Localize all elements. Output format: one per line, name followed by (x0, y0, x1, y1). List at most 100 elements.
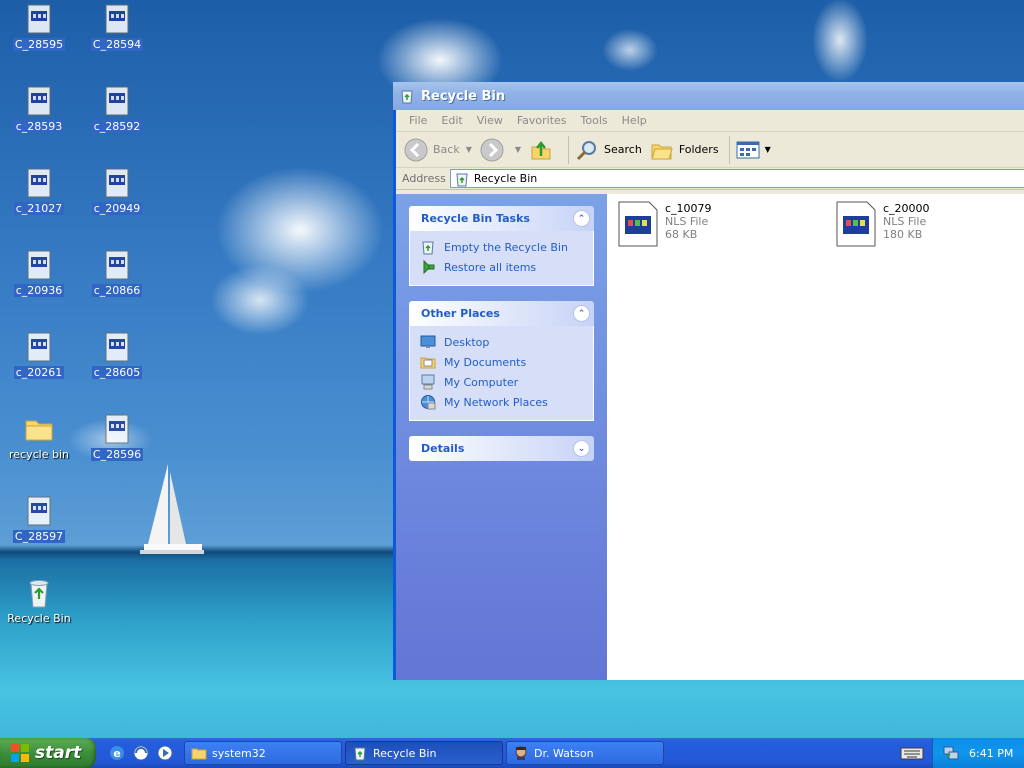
desktop-icon-label: c_20949 (91, 202, 143, 215)
keyboard-icon[interactable] (900, 745, 924, 761)
desktop-icon-c-28597[interactable]: C_28597 (1, 495, 77, 543)
desktop-icon-label: c_28605 (91, 366, 143, 379)
file-name: c_10079 (665, 202, 712, 215)
desktop-icon-c-28594[interactable]: C_28594 (79, 3, 155, 51)
recycle-bin-icon (29, 580, 49, 608)
restore-all-items-link[interactable]: Restore all items (420, 257, 593, 277)
file-size: 180 KB (883, 228, 923, 241)
menu-favorites[interactable]: Favorites (510, 114, 574, 127)
network-status-icon[interactable] (943, 745, 959, 761)
folders-icon (651, 144, 673, 159)
forward-button[interactable]: ▼ (480, 138, 521, 162)
desktop-icon-recycle-bin[interactable]: Recycle Bin (1, 577, 77, 625)
nls-file-icon (105, 168, 129, 198)
expand-icon[interactable]: ⌄ (573, 440, 590, 457)
recycle-bin-icon (422, 241, 434, 255)
desktop-icon-c-21027[interactable]: c_21027 (1, 167, 77, 215)
panel-title: Recycle Bin Tasks (421, 212, 530, 225)
my-network-places-link[interactable]: My Network Places (420, 392, 593, 412)
file-size: 68 KB (665, 228, 698, 241)
desktop-icon-c-20866[interactable]: c_20866 (79, 249, 155, 297)
toolbar-separator (728, 135, 730, 164)
taskbar-button-recycle-bin[interactable]: Recycle Bin (345, 741, 503, 765)
desktop-icon-label: c_20261 (13, 366, 65, 379)
dropdown-arrow-icon[interactable]: ▼ (515, 145, 521, 154)
toolbar: Back ▼ ▼ Search Folders ▼ (396, 132, 1024, 168)
file-item-c-20000[interactable]: c_20000 NLS File 180 KB (835, 200, 930, 248)
folder-icon (191, 748, 207, 760)
desktop-icon-c-28595[interactable]: C_28595 (1, 3, 77, 51)
dropdown-arrow-icon[interactable]: ▼ (765, 145, 771, 154)
taskbar-button-system32[interactable]: system32 (184, 741, 342, 765)
desktop-icon-c-20949[interactable]: c_20949 (79, 167, 155, 215)
file-type: NLS File (883, 215, 927, 228)
link-label: Desktop (444, 335, 490, 349)
folders-button[interactable]: Folders (650, 138, 719, 162)
panel-header[interactable]: Other Places ⌃ (409, 301, 594, 326)
panel-header[interactable]: Recycle Bin Tasks ⌃ (409, 206, 594, 231)
file-info: c_10079 NLS File 68 KB (665, 200, 712, 241)
media-player-icon[interactable] (156, 744, 174, 762)
desktop-icon-label: C_28595 (12, 38, 66, 51)
search-button[interactable]: Search (575, 138, 642, 162)
clock: 6:41 PM (969, 746, 1014, 760)
my-documents-link[interactable]: My Documents (420, 352, 593, 372)
back-button[interactable]: Back ▼ (404, 138, 472, 162)
folders-label: Folders (678, 143, 719, 156)
dropdown-arrow-icon[interactable]: ▼ (466, 145, 472, 154)
taskbar-button-label: Dr. Watson (534, 746, 594, 760)
outlook-express-icon[interactable] (132, 744, 150, 762)
my-computer-icon (421, 374, 435, 390)
file-item-c-10079[interactable]: c_10079 NLS File 68 KB (617, 200, 712, 248)
up-folder-button[interactable] (529, 138, 558, 162)
menu-tools[interactable]: Tools (574, 114, 615, 127)
taskbar-button-dr-watson[interactable]: Dr. Watson (506, 741, 664, 765)
recycle-bin-window[interactable]: Recycle Bin File Edit View Favorites Too… (393, 82, 1024, 680)
desktop-icon-c-28593[interactable]: c_28593 (1, 85, 77, 133)
desktop-icon-label: recycle bin (9, 448, 69, 461)
views-button[interactable]: ▼ (736, 138, 771, 162)
menu-file[interactable]: File (402, 114, 434, 127)
menu-view[interactable]: View (470, 114, 510, 127)
title-bar[interactable]: Recycle Bin (393, 82, 1024, 110)
forward-arrow-icon (480, 138, 504, 161)
nls-file-icon (27, 4, 51, 34)
sailboat-graphic (140, 464, 204, 554)
desktop-link[interactable]: Desktop (420, 332, 593, 352)
window-title: Recycle Bin (421, 88, 506, 104)
collapse-icon[interactable]: ⌃ (573, 210, 590, 227)
empty-recycle-bin-link[interactable]: Empty the Recycle Bin (420, 237, 593, 257)
recycle-bin-icon (354, 747, 366, 761)
menu-help[interactable]: Help (615, 114, 654, 127)
desktop-icon-c-20936[interactable]: c_20936 (1, 249, 77, 297)
nls-file-icon (105, 332, 129, 362)
panel-header[interactable]: Details ⌄ (409, 436, 594, 461)
other-places-panel: Other Places ⌃ Desktop My Documents My C… (409, 301, 594, 421)
desktop-icon-label: Recycle Bin (7, 612, 71, 625)
desktop-icon-c-28596[interactable]: C_28596 (79, 413, 155, 461)
desktop-icon-c-28592[interactable]: c_28592 (79, 85, 155, 133)
panel-title: Details (421, 442, 465, 455)
nls-file-icon (836, 201, 876, 247)
nls-file-icon (105, 414, 129, 444)
nls-file-icon (105, 250, 129, 280)
svg-text:e: e (113, 747, 120, 760)
address-field[interactable]: Recycle Bin (449, 169, 1024, 188)
desktop-icon-recycle-bin-folder[interactable]: recycle bin (1, 413, 77, 461)
internet-explorer-icon[interactable]: e (108, 744, 126, 762)
file-type: NLS File (665, 215, 709, 228)
desktop-icon-c-20261[interactable]: c_20261 (1, 331, 77, 379)
file-list[interactable]: c_10079 NLS File 68 KB c_20000 NLS File … (607, 194, 1024, 680)
address-label: Address (402, 172, 446, 185)
up-folder-icon (531, 140, 551, 159)
desktop-icon-c-28605[interactable]: c_28605 (79, 331, 155, 379)
desktop-icon-label: C_28594 (90, 38, 144, 51)
collapse-icon[interactable]: ⌃ (573, 305, 590, 322)
menu-edit[interactable]: Edit (434, 114, 469, 127)
restore-icon (423, 259, 435, 275)
desktop-icon-label: c_20936 (13, 284, 65, 297)
my-computer-link[interactable]: My Computer (420, 372, 593, 392)
start-button[interactable]: start (0, 738, 96, 768)
network-globe-icon (421, 395, 436, 410)
back-arrow-icon (404, 138, 428, 161)
